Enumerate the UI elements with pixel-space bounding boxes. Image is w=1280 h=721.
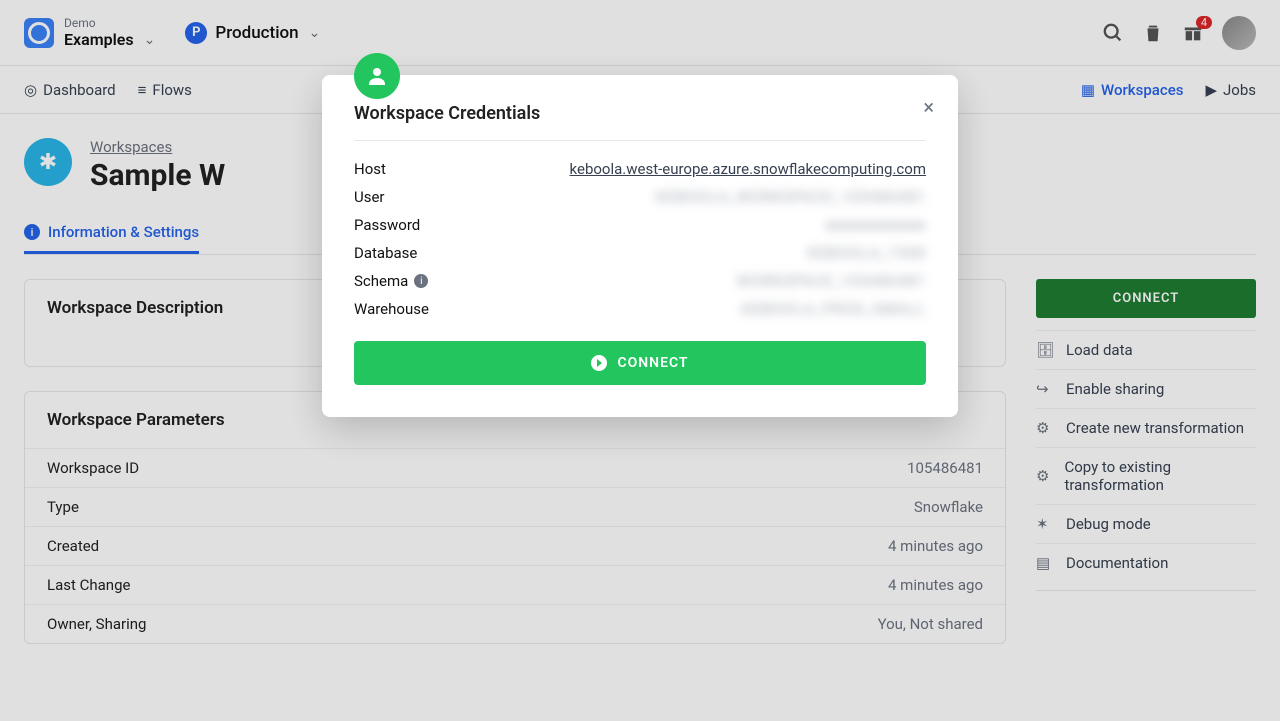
cred-database: DatabaseKEBOOLA_7368	[354, 239, 926, 267]
info-icon[interactable]: i	[414, 274, 428, 288]
cred-schema: SchemaiWORKSPACE_105486481	[354, 267, 926, 295]
cred-password: Password●●●●●●●●●●	[354, 211, 926, 239]
cred-user: UserKEBOOLA_WORKSPACE_105486481	[354, 183, 926, 211]
close-icon[interactable]: ×	[923, 95, 934, 119]
modal-title: Workspace Credentials	[354, 103, 926, 124]
user-icon	[354, 53, 400, 99]
cred-warehouse: WarehouseKEBOOLA_PROD_SMALL	[354, 295, 926, 323]
play-icon	[591, 355, 607, 371]
host-link[interactable]: keboola.west-europe.azure.snowflakecompu…	[570, 160, 926, 178]
modal-connect-button[interactable]: CONNECT	[354, 341, 926, 385]
cred-host: Hostkeboola.west-europe.azure.snowflakec…	[354, 155, 926, 183]
credentials-modal: × Workspace Credentials Hostkeboola.west…	[322, 75, 958, 417]
